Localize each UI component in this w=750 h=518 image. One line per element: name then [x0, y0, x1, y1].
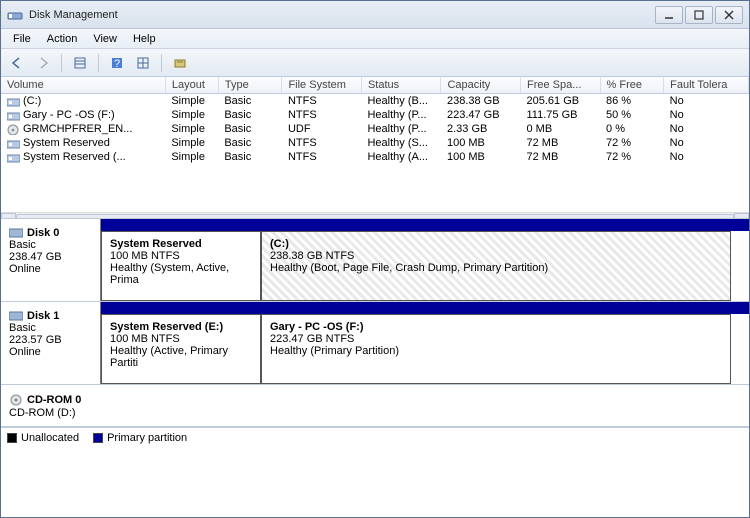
cdrom-sub-label: CD-ROM (D:) — [9, 407, 741, 419]
close-button[interactable] — [715, 6, 743, 24]
disk-stripe — [101, 219, 749, 231]
disk-stripe — [101, 302, 749, 314]
legend-primary: Primary partition — [93, 432, 187, 444]
column-header[interactable]: Capacity — [441, 77, 521, 94]
volume-row[interactable]: (C:)SimpleBasicNTFSHealthy (B...238.38 G… — [1, 94, 749, 109]
column-header[interactable]: Fault Tolera — [664, 77, 749, 94]
toolbar: ? — [1, 49, 749, 77]
window-title: Disk Management — [29, 9, 655, 21]
volume-list: VolumeLayoutTypeFile SystemStatusCapacit… — [1, 77, 749, 219]
menu-action[interactable]: Action — [39, 31, 86, 47]
toolbar-separator — [61, 54, 62, 72]
menu-view[interactable]: View — [85, 31, 125, 47]
minimize-button[interactable] — [655, 6, 683, 24]
disk-row: Disk 1Basic223.57 GBOnlineSystem Reserve… — [1, 302, 749, 385]
volume-row[interactable]: GRMCHPFRER_EN...SimpleBasicUDFHealthy (P… — [1, 122, 749, 136]
column-header[interactable]: Status — [361, 77, 441, 94]
toolbar-separator — [161, 54, 162, 72]
volume-row[interactable]: System Reserved (...SimpleBasicNTFSHealt… — [1, 150, 749, 164]
cdrom-name: CD-ROM 0 — [9, 393, 741, 407]
disk-label[interactable]: Disk 0Basic238.47 GBOnline — [1, 219, 101, 301]
toolbar-separator — [98, 54, 99, 72]
view-list-button[interactable] — [68, 52, 92, 74]
partition-box[interactable]: System Reserved100 MB NTFSHealthy (Syste… — [101, 231, 261, 301]
menu-help[interactable]: Help — [125, 31, 164, 47]
view-graphical-button[interactable] — [131, 52, 155, 74]
disk-label[interactable]: Disk 1Basic223.57 GBOnline — [1, 302, 101, 384]
volume-row[interactable]: System ReservedSimpleBasicNTFSHealthy (S… — [1, 136, 749, 150]
legend: Unallocated Primary partition — [1, 427, 749, 448]
partition-box[interactable]: Gary - PC -OS (F:)223.47 GB NTFSHealthy … — [261, 314, 731, 384]
maximize-button[interactable] — [685, 6, 713, 24]
disk-graphical-view: Disk 0Basic238.47 GBOnlineSystem Reserve… — [1, 219, 749, 385]
app-icon — [7, 7, 23, 23]
menu-file[interactable]: File — [5, 31, 39, 47]
forward-button[interactable] — [31, 52, 55, 74]
volume-row[interactable]: Gary - PC -OS (F:)SimpleBasicNTFSHealthy… — [1, 108, 749, 122]
legend-unallocated: Unallocated — [7, 432, 79, 444]
cdrom-row: CD-ROM 0 CD-ROM (D:) — [1, 385, 749, 427]
column-header[interactable]: Type — [218, 77, 282, 94]
column-header[interactable]: Layout — [165, 77, 218, 94]
help-button[interactable]: ? — [105, 52, 129, 74]
partition-box[interactable]: (C:)238.38 GB NTFSHealthy (Boot, Page Fi… — [261, 231, 731, 301]
svg-text:?: ? — [114, 58, 120, 70]
horizontal-scrollbar[interactable]: ◂ ▸ — [1, 212, 749, 219]
column-header[interactable]: Volume — [1, 77, 165, 94]
disk-row: Disk 0Basic238.47 GBOnlineSystem Reserve… — [1, 219, 749, 302]
back-button[interactable] — [5, 52, 29, 74]
settings-button[interactable] — [168, 52, 192, 74]
menubar: File Action View Help — [1, 29, 749, 49]
column-header[interactable]: Free Spa... — [521, 77, 601, 94]
partition-box[interactable]: System Reserved (E:)100 MB NTFSHealthy (… — [101, 314, 261, 384]
cdrom-name-label: CD-ROM 0 — [27, 394, 81, 406]
column-header[interactable]: % Free — [600, 77, 664, 94]
column-header[interactable]: File System — [282, 77, 362, 94]
titlebar: Disk Management — [1, 1, 749, 29]
